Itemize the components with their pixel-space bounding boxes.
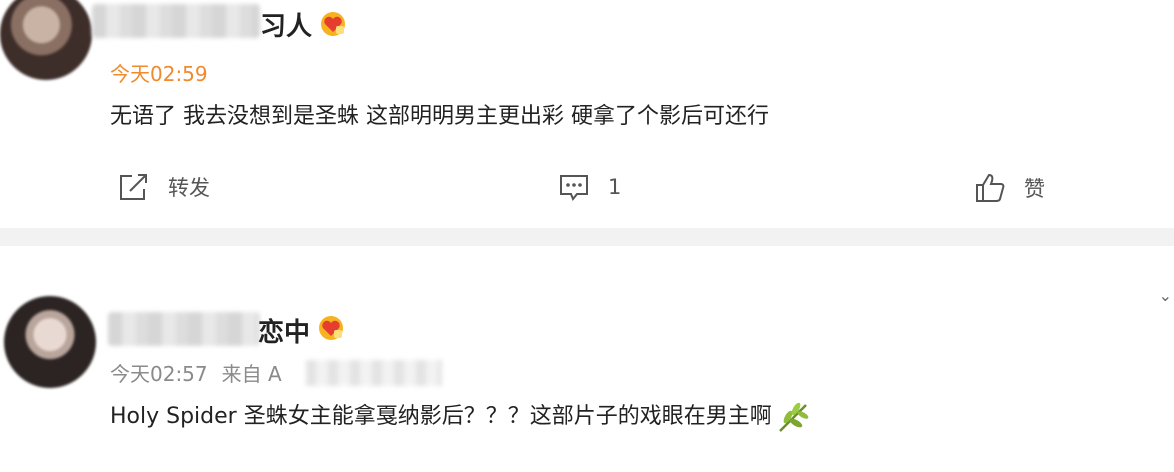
comment-icon bbox=[560, 175, 588, 201]
blurred-username bbox=[92, 4, 260, 38]
like-label: 赞 bbox=[1024, 177, 1045, 201]
leaf-icon bbox=[778, 402, 809, 432]
username-tail[interactable]: 习人 bbox=[260, 6, 312, 43]
heart-badge-icon bbox=[319, 316, 343, 340]
heart-badge-icon bbox=[321, 12, 345, 36]
comment-count: 1 bbox=[608, 175, 622, 199]
blurred-username bbox=[108, 312, 260, 346]
comment-text: 无语了 我去没想到是圣蛛 这部明明男主更出彩 硬拿了个影后可还行 bbox=[110, 104, 769, 129]
comment-button[interactable]: 1 bbox=[558, 172, 621, 202]
like-button[interactable]: 赞 bbox=[974, 172, 1045, 204]
avatar[interactable] bbox=[4, 296, 96, 388]
username-tail[interactable]: 恋中 bbox=[258, 312, 310, 349]
comment-text: Holy Spider 圣蛛女主能拿戛纳影后？？？这部片子的戏眼在男主啊 bbox=[110, 404, 772, 429]
comment-text-row: Holy Spider 圣蛛女主能拿戛纳影后？？？这部片子的戏眼在男主啊 bbox=[110, 398, 810, 433]
comment-card-1: 习人 今天02:59 无语了 我去没想到是圣蛛 这部明明男主更出彩 硬拿了个影后… bbox=[0, 0, 1174, 228]
timestamp: 今天02:57 bbox=[110, 362, 208, 386]
section-divider bbox=[0, 228, 1174, 246]
thumbs-up-icon bbox=[976, 173, 1005, 202]
timestamp-row: 今天02:57 来自 A bbox=[110, 358, 282, 387]
share-icon bbox=[120, 174, 147, 200]
source-label: 来自 A bbox=[221, 362, 282, 386]
timestamp: 今天02:59 bbox=[110, 62, 208, 86]
repost-button[interactable]: 转发 bbox=[118, 172, 210, 202]
chevron-down-icon[interactable]: ⌄ bbox=[1159, 286, 1172, 305]
blurred-source bbox=[306, 360, 442, 386]
avatar[interactable] bbox=[0, 0, 92, 80]
repost-label: 转发 bbox=[168, 176, 210, 200]
